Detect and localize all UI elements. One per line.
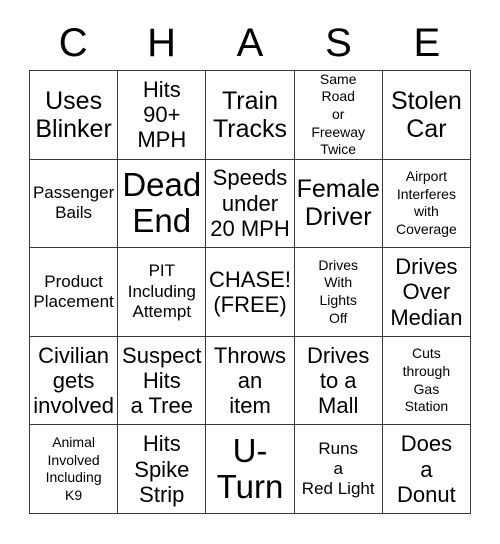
bingo-card: C H A S E Uses Blinker Hits 90+ MPH Train … — [0, 0, 500, 544]
bingo-cell-label: Dead End — [122, 166, 202, 240]
bingo-cell[interactable]: Suspect Hits a Tree — [118, 336, 207, 426]
bingo-cell[interactable]: Drives Over Median — [382, 248, 471, 337]
bingo-cell[interactable]: Runs a Red Light — [294, 425, 383, 514]
bingo-cell[interactable]: Female Driver — [294, 159, 383, 249]
bingo-cell[interactable]: Throws an item — [206, 336, 295, 426]
bingo-cell-label: Throws an item — [213, 342, 287, 419]
bingo-cell-label: Female Driver — [296, 175, 380, 232]
bingo-cell-label: Suspect Hits a Tree — [122, 342, 202, 419]
bingo-header-letter-0: C — [58, 21, 88, 65]
bingo-cell-label: Same Road or Freeway Twice — [311, 71, 366, 158]
bingo-cell[interactable]: Animal Involved Including K9 — [30, 425, 119, 514]
bingo-cell-label: Airport Interferes with Coverage — [396, 168, 457, 238]
bingo-cell[interactable]: Does a Donut — [382, 425, 471, 514]
bingo-header-letter-3: S — [325, 21, 352, 65]
bingo-cell[interactable]: PIT Including Attempt — [118, 248, 207, 337]
bingo-cell[interactable]: CHASE! (FREE) — [206, 248, 295, 337]
bingo-cell-label: Hits Spike Strip — [134, 431, 190, 507]
bingo-cell[interactable]: Same Road or Freeway Twice — [294, 71, 383, 160]
bingo-cell-label: Hits 90+ MPH — [137, 76, 187, 153]
bingo-cell[interactable]: Dead End — [118, 159, 207, 249]
bingo-grid: Uses Blinker Hits 90+ MPH Train Tracks Same… — [29, 70, 471, 514]
bingo-cell-label: Civilian gets involved — [33, 342, 114, 419]
bingo-cell[interactable]: Cuts through Gas Station — [382, 336, 471, 426]
bingo-cell-label: Runs a Red Light — [301, 438, 375, 499]
bingo-cell[interactable]: Speeds under 20 MPH — [206, 159, 295, 249]
bingo-cell-label: Product Placement — [33, 271, 114, 311]
bingo-header-letter-4: E — [413, 21, 441, 65]
bingo-cell-label: Animal Involved Including K9 — [45, 433, 102, 503]
bingo-cell[interactable]: Hits 90+ MPH — [118, 71, 207, 160]
bingo-header-letters: C H A S E — [29, 16, 471, 70]
bingo-cell[interactable]: Stolen Car — [382, 71, 471, 160]
bingo-cell[interactable]: Drives to a Mall — [294, 336, 383, 426]
bingo-cell[interactable]: Passenger Bails — [30, 159, 119, 249]
bingo-cell[interactable]: Train Tracks — [206, 71, 295, 160]
bingo-cell[interactable]: U- Turn — [206, 425, 295, 514]
bingo-cell[interactable]: Product Placement — [30, 248, 119, 337]
bingo-cell[interactable]: Hits Spike Strip — [118, 425, 207, 514]
bingo-cell-label: Cuts through Gas Station — [402, 345, 451, 415]
bingo-cell-label: CHASE! (FREE) — [209, 266, 291, 317]
bingo-cell-label: Drives With Lights Off — [318, 256, 359, 326]
bingo-cell-label: Speeds under 20 MPH — [210, 165, 290, 242]
bingo-cell-label: Drives to a Mall — [307, 342, 370, 419]
bingo-cell[interactable]: Uses Blinker — [30, 71, 119, 160]
bingo-cell-label: Train Tracks — [212, 86, 288, 143]
bingo-cell-label: U- Turn — [216, 431, 284, 506]
bingo-cell-label: Drives Over Median — [390, 254, 463, 330]
bingo-cell-label: PIT Including Attempt — [127, 261, 196, 322]
bingo-cell[interactable]: Civilian gets involved — [30, 336, 119, 426]
bingo-cell[interactable]: Drives With Lights Off — [294, 248, 383, 337]
bingo-header-letter-1: H — [147, 21, 177, 65]
bingo-cell[interactable]: Airport Interferes with Coverage — [382, 159, 471, 249]
bingo-cell-label: Passenger Bails — [32, 183, 115, 223]
bingo-cell-label: Does a Donut — [397, 431, 456, 507]
bingo-cell-label: Uses Blinker — [35, 86, 112, 143]
bingo-cell-label: Stolen Car — [390, 86, 462, 143]
bingo-header-letter-2: A — [236, 21, 264, 65]
